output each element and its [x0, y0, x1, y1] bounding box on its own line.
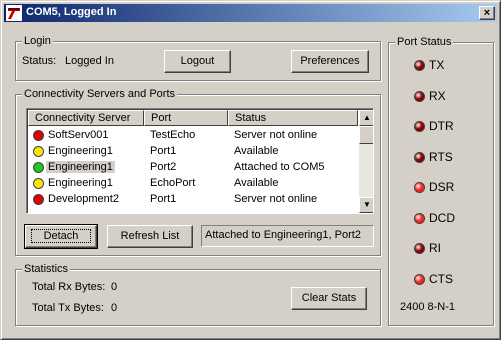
detach-button-label: Detach [30, 229, 92, 243]
status-dot-icon [33, 146, 44, 157]
signal-label: DCD [429, 210, 455, 225]
list-item[interactable]: SoftServ001 TestEcho Server not online [28, 127, 358, 143]
status-dot-icon [33, 162, 44, 173]
status-dot-icon [33, 130, 44, 141]
rx-bytes-value: 0 [111, 281, 118, 293]
signal-led-icon [414, 151, 425, 163]
port-settings: 2400 8-N-1 [400, 301, 456, 313]
port-status: Available [234, 177, 279, 189]
app-window: COM5, Logged In × Login Status: Logged I… [0, 0, 501, 340]
port-name: EchoPort [150, 177, 196, 189]
port-name: Port1 [150, 145, 177, 157]
logout-button[interactable]: Logout [164, 50, 231, 73]
scroll-thumb[interactable] [359, 126, 373, 144]
login-status-label: Status: [22, 55, 57, 67]
signal-label: DTR [429, 119, 454, 133]
connectivity-group-label: Connectivity Servers and Ports [22, 87, 178, 101]
signal-led-icon [414, 243, 425, 254]
clear-stats-button[interactable]: Clear Stats [291, 287, 367, 310]
signal-label: RX [429, 88, 446, 103]
status-dot-icon [33, 194, 44, 205]
list-item[interactable]: Development2 Port1 Server not online [28, 191, 358, 207]
list-header: Connectivity Server Port Status [28, 110, 358, 126]
signal-led-icon [414, 90, 425, 102]
login-group-label: Login [22, 34, 53, 48]
list-item[interactable]: Engineering1 EchoPort Available [28, 175, 358, 191]
login-status-value: Logged In [65, 55, 114, 67]
port-status: Server not online [234, 193, 318, 205]
server-name: Engineering1 [46, 161, 115, 173]
preferences-button[interactable]: Preferences [291, 50, 369, 73]
scroll-up-arrow-icon[interactable]: ▲ [359, 110, 373, 126]
signal-label: CTS [429, 271, 453, 286]
port-status: Available [234, 145, 279, 157]
port-status-group-label: Port Status [395, 35, 454, 49]
tx-bytes-value: 0 [111, 302, 118, 314]
signal-led-icon [414, 121, 425, 132]
column-header-server[interactable]: Connectivity Server [28, 110, 144, 126]
scroll-down-arrow-icon[interactable]: ▼ [359, 197, 373, 213]
signal-led-icon [414, 60, 425, 71]
list-item[interactable]: Engineering1 Port2 Attached to COM5 [28, 159, 358, 175]
port-status: Server not online [234, 129, 318, 141]
statistics-group-label: Statistics [22, 262, 71, 276]
signal-label: RTS [429, 149, 453, 164]
signal-led-icon [414, 182, 425, 193]
signal-label: RI [429, 241, 441, 255]
close-button[interactable]: × [479, 6, 495, 20]
column-header-status[interactable]: Status [228, 110, 358, 126]
list-item[interactable]: Engineering1 Port1 Available [28, 143, 358, 159]
rx-bytes-label: Total Rx Bytes: [32, 281, 106, 293]
refresh-list-button[interactable]: Refresh List [107, 225, 193, 248]
list-scrollbar[interactable]: ▲ ▼ [359, 110, 373, 213]
port-name: Port2 [150, 161, 177, 173]
signal-led-icon [414, 273, 425, 285]
servers-list[interactable]: Connectivity Server Port Status SoftServ… [26, 108, 374, 214]
signal-led-icon [414, 212, 425, 224]
status-dot-icon [33, 178, 44, 189]
server-name: Development2 [48, 193, 119, 205]
signal-label: DSR [429, 180, 455, 194]
server-name: Engineering1 [48, 177, 113, 189]
port-name: TestEcho [150, 129, 196, 141]
title-bar[interactable]: COM5, Logged In × [4, 4, 497, 22]
app-logo-icon [6, 5, 22, 21]
port-name: Port1 [150, 193, 177, 205]
server-name: SoftServ001 [48, 129, 109, 141]
column-header-port[interactable]: Port [144, 110, 228, 126]
attach-status-field: Attached to Engineering1, Port2 [201, 225, 374, 247]
detach-button[interactable]: Detach [24, 224, 98, 249]
signal-label: TX [429, 58, 445, 72]
port-status: Attached to COM5 [234, 161, 325, 173]
window-title: COM5, Logged In [26, 6, 117, 18]
tx-bytes-label: Total Tx Bytes: [32, 302, 104, 314]
server-name: Engineering1 [48, 145, 113, 157]
